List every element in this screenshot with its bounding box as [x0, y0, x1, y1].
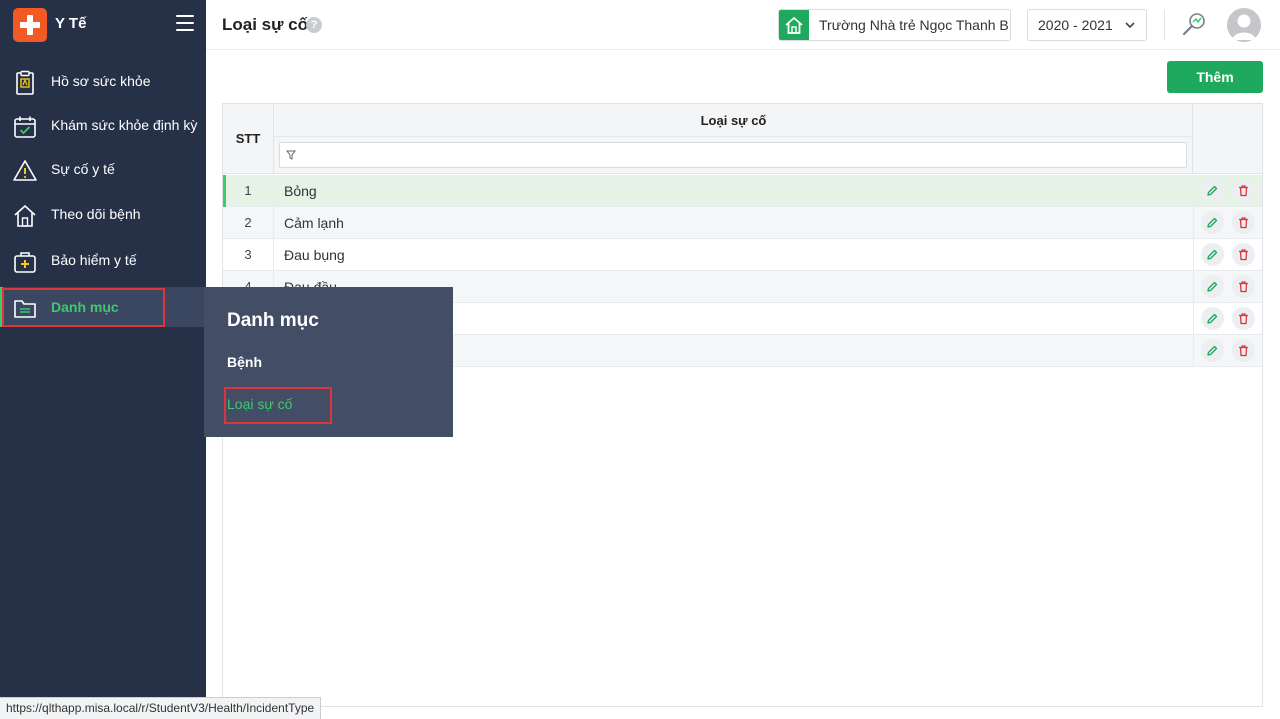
sidebar-item-label: Sự cố y tế [51, 161, 115, 177]
row-name: Bỏng [284, 183, 317, 199]
header-divider [1164, 10, 1165, 40]
column-header-stt[interactable]: STT [223, 104, 274, 174]
school-home-icon [779, 10, 809, 40]
edit-button[interactable] [1201, 243, 1224, 266]
medical-bag-icon [14, 252, 36, 273]
school-selector[interactable]: Trường Nhà trẻ Ngọc Thanh B [778, 9, 1011, 41]
edit-button[interactable] [1201, 339, 1224, 362]
column-header-name[interactable]: Loại sự cố [274, 104, 1193, 137]
delete-button[interactable] [1232, 307, 1255, 330]
chevron-down-icon [1125, 22, 1135, 29]
pencil-icon [1207, 345, 1218, 356]
row-actions [1193, 271, 1262, 303]
trash-icon [1239, 281, 1248, 293]
calendar-check-icon [14, 116, 36, 138]
row-actions [1193, 303, 1262, 335]
highlight-box [2, 288, 165, 327]
sidebar-item-label: Theo dõi bệnh [51, 206, 141, 222]
delete-button[interactable] [1232, 211, 1255, 234]
add-button[interactable]: Thêm [1167, 61, 1263, 93]
browser-status-url: https://qlthapp.misa.local/r/StudentV3/H… [0, 697, 322, 719]
table-row[interactable]: 1 Bỏng [223, 175, 1262, 207]
top-header: Loại sự cố ? Trường Nhà trẻ Ngọc Thanh B… [206, 0, 1280, 50]
school-name: Trường Nhà trẻ Ngọc Thanh B [819, 17, 1009, 33]
delete-button[interactable] [1232, 275, 1255, 298]
row-name: Cảm lạnh [284, 215, 344, 231]
pencil-icon [1207, 281, 1218, 292]
user-avatar[interactable] [1227, 8, 1261, 42]
edit-button[interactable] [1201, 211, 1224, 234]
trash-icon [1239, 345, 1248, 357]
table-row[interactable]: 3 Đau bụng [223, 239, 1262, 271]
help-icon[interactable]: ? [306, 17, 322, 33]
row-stt: 2 [223, 207, 274, 239]
column-header-name-cell: Loại sự cố [274, 104, 1193, 174]
sidebar-item-label: Bảo hiểm y tế [51, 252, 137, 268]
column-header-actions [1193, 104, 1262, 174]
table-row[interactable]: 2 Cảm lạnh [223, 207, 1262, 239]
trash-icon [1239, 313, 1248, 325]
pencil-icon [1207, 217, 1218, 228]
row-actions [1193, 175, 1262, 207]
filter-icon[interactable] [286, 150, 296, 160]
delete-button[interactable] [1232, 243, 1255, 266]
name-filter-input[interactable] [279, 142, 1187, 168]
row-stt: 1 [223, 175, 274, 207]
clipboard-icon [16, 70, 34, 95]
delete-button[interactable] [1232, 179, 1255, 202]
sidebar-item-su-co-y-te[interactable]: Sự cố y tế [0, 148, 206, 192]
pencil-icon [1207, 313, 1218, 324]
hamburger-menu-icon[interactable] [176, 15, 194, 33]
app-title: Y Tế [55, 15, 87, 32]
grid-header: STT Loại sự cố [223, 104, 1262, 174]
sidebar-item-bao-hiem-y-te[interactable]: Bảo hiểm y tế [0, 239, 206, 283]
row-actions [1193, 335, 1262, 367]
delete-button[interactable] [1232, 339, 1255, 362]
row-actions [1193, 207, 1262, 239]
medical-cross-logo-icon[interactable] [13, 8, 47, 42]
row-actions [1193, 239, 1262, 271]
row-stt: 3 [223, 239, 274, 271]
edit-button[interactable] [1201, 307, 1224, 330]
edit-button[interactable] [1201, 179, 1224, 202]
home-icon [14, 205, 36, 227]
highlight-box [224, 387, 332, 424]
flyout-item-benh[interactable]: Bệnh [227, 354, 262, 370]
page-title: Loại sự cố [222, 15, 308, 34]
school-year-select[interactable]: 2020 - 2021 [1027, 9, 1147, 41]
app-search-icon[interactable] [1180, 10, 1208, 38]
sidebar-item-label: Hồ sơ sức khỏe [51, 73, 151, 89]
brand: Y Tế [0, 0, 206, 50]
warning-icon [13, 160, 37, 181]
trash-icon [1239, 217, 1248, 229]
sidebar-item-label: Khám sức khỏe định kỳ [51, 117, 198, 133]
pencil-icon [1207, 185, 1218, 196]
sidebar-item-kham-suc-khoe[interactable]: Khám sức khỏe định kỳ [0, 104, 206, 148]
sidebar: Y Tế Hồ sơ sức khỏe Khám sức khỏe định k… [0, 0, 206, 719]
school-year-value: 2020 - 2021 [1038, 17, 1113, 33]
sidebar-item-theo-doi-benh[interactable]: Theo dõi bệnh [0, 193, 206, 237]
edit-button[interactable] [1201, 275, 1224, 298]
row-name: Đau bụng [284, 247, 345, 263]
trash-icon [1239, 185, 1248, 197]
sidebar-item-ho-so-suc-khoe[interactable]: Hồ sơ sức khỏe [0, 60, 206, 104]
danh-muc-flyout-menu: Danh mục Bệnh Loại sự cố [204, 287, 453, 437]
flyout-title: Danh mục [227, 310, 319, 331]
pencil-icon [1207, 249, 1218, 260]
trash-icon [1239, 249, 1248, 261]
